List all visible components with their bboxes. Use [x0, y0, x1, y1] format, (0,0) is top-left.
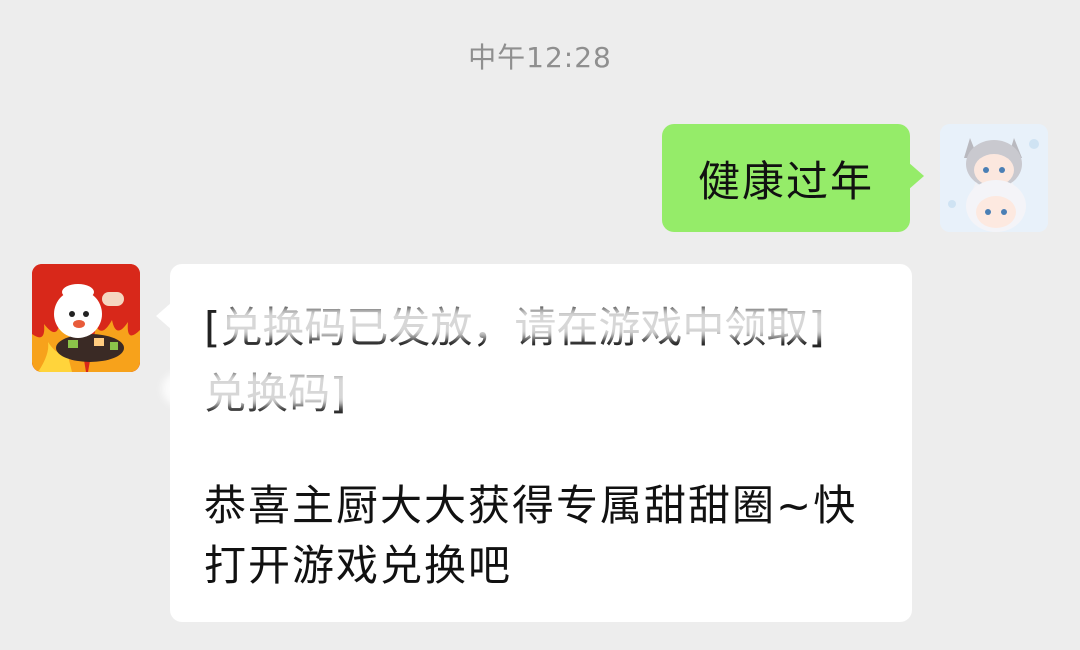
game-chef-avatar-icon: [32, 264, 140, 372]
outgoing-message-text: 健康过年: [697, 156, 874, 206]
redaction-smudge: [220, 308, 860, 338]
redaction-smudge: [162, 372, 382, 406]
incoming-message-bubble[interactable]: [兑换码已发放，请在游戏中领取] 兑换码] 恭喜主厨大大获得专属甜甜圈~快打开游…: [156, 264, 912, 622]
anime-cat-girls-avatar-icon: [940, 124, 1048, 232]
incoming-message-text: 恭喜主厨大大获得专属甜甜圈~快打开游戏兑换吧: [204, 481, 858, 590]
outgoing-message-bubble[interactable]: 健康过年: [662, 124, 924, 232]
contact-avatar[interactable]: [32, 264, 140, 372]
self-avatar[interactable]: [940, 124, 1048, 232]
message-timestamp: 中午12:28: [468, 41, 612, 74]
